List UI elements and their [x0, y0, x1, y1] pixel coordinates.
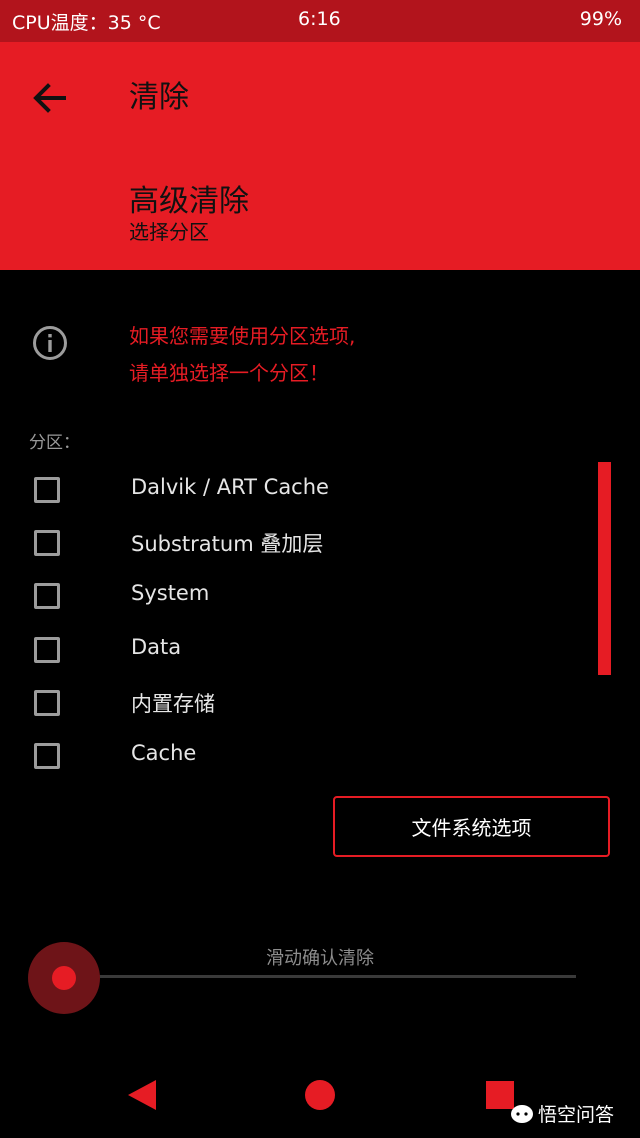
partition-item-dalvik[interactable]: Dalvik / ART Cache — [0, 463, 590, 515]
watermark: 悟空问答 — [510, 1100, 614, 1127]
chat-bubble-icon — [511, 1104, 533, 1123]
status-bar: CPU温度：35 °C 6:16 99% — [0, 0, 640, 42]
partition-label: Data — [131, 635, 182, 659]
info-line-2: 请单独选择一个分区！ — [129, 361, 329, 385]
partition-item-substratum[interactable]: Substratum 叠加层 — [0, 516, 590, 568]
partition-label: System — [131, 581, 210, 605]
back-button[interactable] — [28, 76, 72, 120]
partition-item-cache[interactable]: Cache — [0, 729, 590, 781]
triangle-left-icon[interactable] — [128, 1080, 156, 1110]
scrollbar[interactable] — [598, 462, 611, 675]
partition-label: Substratum 叠加层 — [131, 532, 324, 556]
info-circle-icon — [33, 326, 67, 360]
file-system-options-button[interactable]: 文件系统选项 — [333, 796, 610, 857]
cpu-temperature: CPU温度：35 °C — [12, 12, 161, 34]
circle-icon[interactable] — [305, 1080, 335, 1110]
app-header: 清除 高级清除 选择分区 — [0, 42, 640, 270]
checkbox[interactable] — [34, 637, 60, 663]
partition-item-system[interactable]: System — [0, 569, 590, 621]
clock: 6:16 — [298, 8, 341, 30]
partition-item-data[interactable]: Data — [0, 623, 590, 675]
checkbox[interactable] — [34, 743, 60, 769]
swipe-handle[interactable] — [52, 966, 76, 990]
info-line-1: 如果您需要使用分区选项, — [129, 324, 356, 348]
section-caption: 选择分区 — [129, 220, 209, 244]
partition-label: Cache — [131, 741, 197, 765]
partitions-label: 分区： — [29, 433, 80, 453]
arrow-left-icon — [33, 83, 66, 113]
checkbox[interactable] — [34, 530, 60, 556]
checkbox[interactable] — [34, 583, 60, 609]
partition-item-internal-storage[interactable]: 内置存储 — [0, 676, 590, 728]
checkbox[interactable] — [34, 477, 60, 503]
partition-label: Dalvik / ART Cache — [131, 475, 329, 499]
watermark-text: 悟空问答 — [538, 1104, 615, 1126]
battery-level: 99% — [579, 8, 622, 30]
checkbox[interactable] — [34, 690, 60, 716]
info-message: 如果您需要使用分区选项, 请单独选择一个分区！ — [129, 318, 355, 392]
section-title: 高级清除 — [129, 184, 249, 219]
partition-label: 内置存储 — [131, 692, 215, 716]
page-title: 清除 — [129, 80, 189, 115]
swipe-track[interactable] — [64, 975, 576, 978]
